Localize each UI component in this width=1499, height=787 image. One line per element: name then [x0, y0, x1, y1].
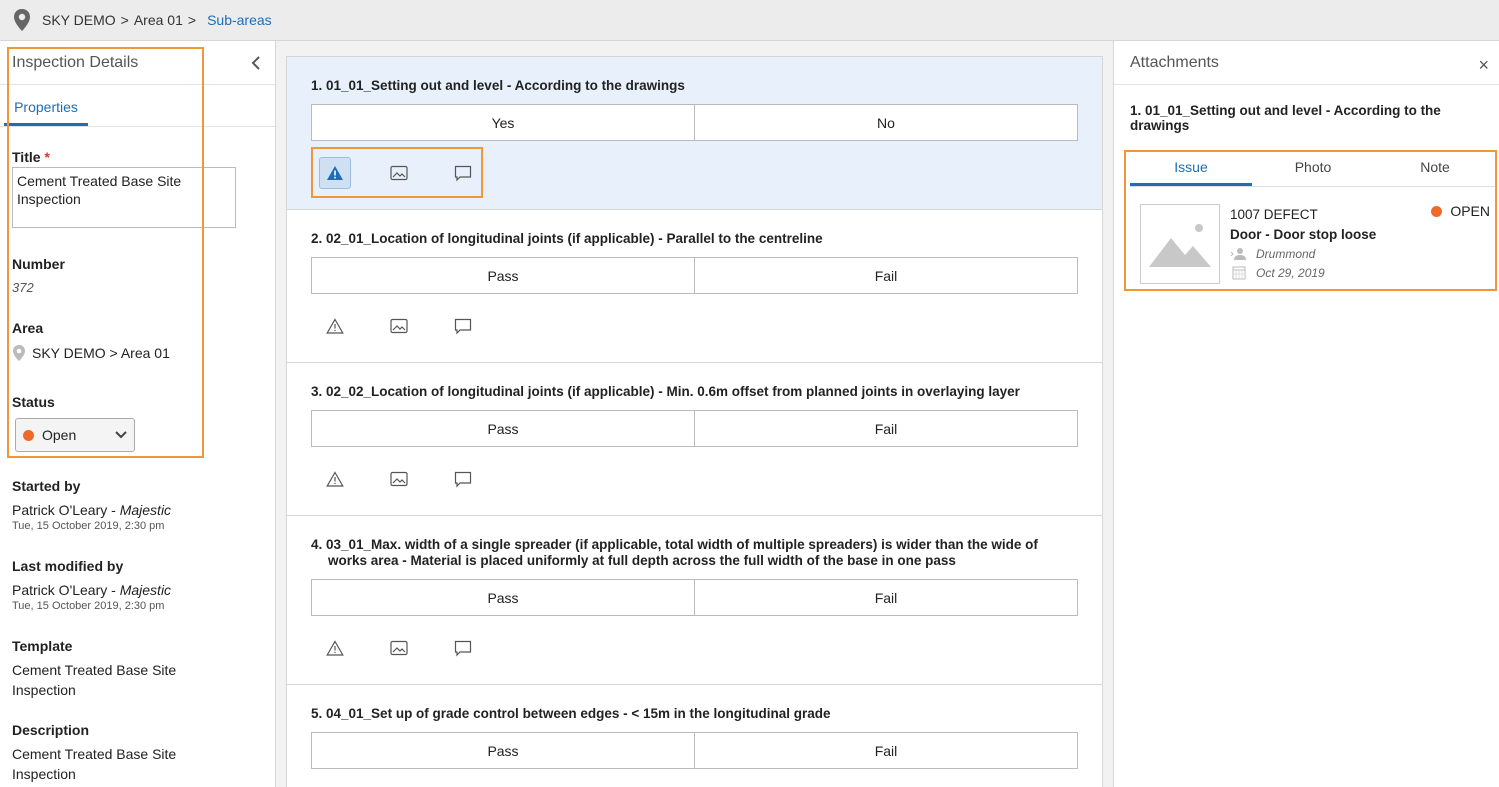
image-icon: [390, 471, 408, 487]
image-icon: [390, 640, 408, 656]
question-item: 2. 02_01_Location of longitudinal joints…: [287, 210, 1102, 363]
template-value-line2: Inspection: [12, 682, 76, 698]
breadcrumb-area[interactable]: Area 01: [134, 12, 183, 28]
answer-fail-button[interactable]: Fail: [694, 580, 1077, 615]
add-issue-button[interactable]: [319, 632, 351, 664]
highlight-box: [7, 47, 204, 458]
answer-options: Pass Fail: [311, 732, 1078, 769]
started-by-value: Patrick O'Leary - Majestic: [12, 502, 172, 518]
breadcrumb-project[interactable]: SKY DEMO: [42, 12, 116, 28]
add-issue-button[interactable]: [319, 310, 351, 342]
last-modified-date: Tue, 15 October 2019, 2:30 pm: [12, 600, 165, 612]
question-title: 2. 02_01_Location of longitudinal joints…: [311, 231, 823, 246]
question-title: 3. 02_02_Location of longitudinal joints…: [311, 384, 1020, 399]
question-title: 4. 03_01_Max. width of a single spreader…: [311, 537, 1038, 569]
add-photo-button[interactable]: [383, 632, 415, 664]
answer-options: Pass Fail: [311, 257, 1078, 294]
attachments-panel: Attachments × 1. 01_01_Setting out and l…: [1113, 41, 1499, 787]
last-modified-value: Patrick O'Leary - Majestic: [12, 582, 172, 598]
warning-icon: [326, 318, 344, 334]
question-list: 1. 01_01_Setting out and level - Accordi…: [286, 56, 1103, 787]
description-value-line1: Cement Treated Base Site: [12, 746, 177, 762]
warning-icon: [326, 471, 344, 487]
add-note-button[interactable]: [447, 463, 479, 495]
breadcrumb-separator: >: [187, 12, 197, 28]
answer-options: Yes No: [311, 104, 1078, 141]
question-actions: [319, 632, 511, 664]
answer-pass-button[interactable]: Pass: [312, 733, 694, 768]
close-icon[interactable]: ×: [1478, 55, 1489, 76]
template-label: Template: [12, 638, 73, 654]
selected-question-title: 1. 01_01_Setting out and level - Accordi…: [1130, 103, 1470, 133]
started-date: Tue, 15 October 2019, 2:30 pm: [12, 520, 165, 532]
started-by-label: Started by: [12, 478, 81, 494]
last-modified-label: Last modified by: [12, 558, 124, 574]
selected-question-line2: drawings: [1130, 118, 1190, 133]
answer-no-button[interactable]: No: [694, 105, 1077, 140]
warning-icon: [326, 640, 344, 656]
panel-title: Attachments: [1130, 53, 1219, 71]
comment-icon: [454, 318, 472, 334]
answer-fail-button[interactable]: Fail: [694, 411, 1077, 446]
question-item: 5. 04_01_Set up of grade control between…: [287, 685, 1102, 787]
answer-fail-button[interactable]: Fail: [694, 733, 1077, 768]
answer-options: Pass Fail: [311, 579, 1078, 616]
inspection-details-panel: Inspection Details Properties Title * Ce…: [0, 41, 276, 787]
add-note-button[interactable]: [447, 632, 479, 664]
question-title: 5. 04_01_Set up of grade control between…: [311, 706, 831, 721]
panel-header: Attachments ×: [1114, 41, 1499, 85]
answer-pass-button[interactable]: Pass: [312, 411, 694, 446]
breadcrumb-separator: >: [120, 12, 129, 28]
question-title-line1: 4. 03_01_Max. width of a single spreader…: [311, 537, 1038, 552]
question-actions: [319, 463, 511, 495]
selected-question-line1: 1. 01_01_Setting out and level - Accordi…: [1130, 103, 1441, 118]
answer-yes-button[interactable]: Yes: [312, 105, 694, 140]
add-issue-button[interactable]: [319, 463, 351, 495]
question-item: 3. 02_02_Location of longitudinal joints…: [287, 363, 1102, 516]
highlight-box: [311, 147, 483, 198]
template-value-line1: Cement Treated Base Site: [12, 662, 177, 678]
location-pin-icon: [14, 9, 30, 31]
add-photo-button[interactable]: [383, 463, 415, 495]
answer-pass-button[interactable]: Pass: [312, 580, 694, 615]
checklist-panel: 1. 01_01_Setting out and level - Accordi…: [276, 41, 1113, 787]
question-item: 4. 03_01_Max. width of a single spreader…: [287, 516, 1102, 685]
breadcrumb: SKY DEMO > Area 01 > Sub-areas: [0, 0, 1499, 41]
answer-fail-button[interactable]: Fail: [694, 258, 1077, 293]
add-note-button[interactable]: [447, 310, 479, 342]
highlight-box: [1124, 150, 1497, 291]
question-title-line2: works area - Material is placed uniforml…: [328, 553, 956, 568]
breadcrumb-subareas-link[interactable]: Sub-areas: [207, 12, 272, 28]
image-icon: [390, 318, 408, 334]
add-photo-button[interactable]: [383, 310, 415, 342]
question-actions: [319, 310, 511, 342]
description-label: Description: [12, 722, 90, 738]
answer-options: Pass Fail: [311, 410, 1078, 447]
question-title: 1. 01_01_Setting out and level - Accordi…: [311, 78, 685, 93]
comment-icon: [454, 640, 472, 656]
answer-pass-button[interactable]: Pass: [312, 258, 694, 293]
chevron-left-icon[interactable]: [251, 55, 261, 71]
comment-icon: [454, 471, 472, 487]
description-value-line2: Inspection: [12, 766, 76, 782]
